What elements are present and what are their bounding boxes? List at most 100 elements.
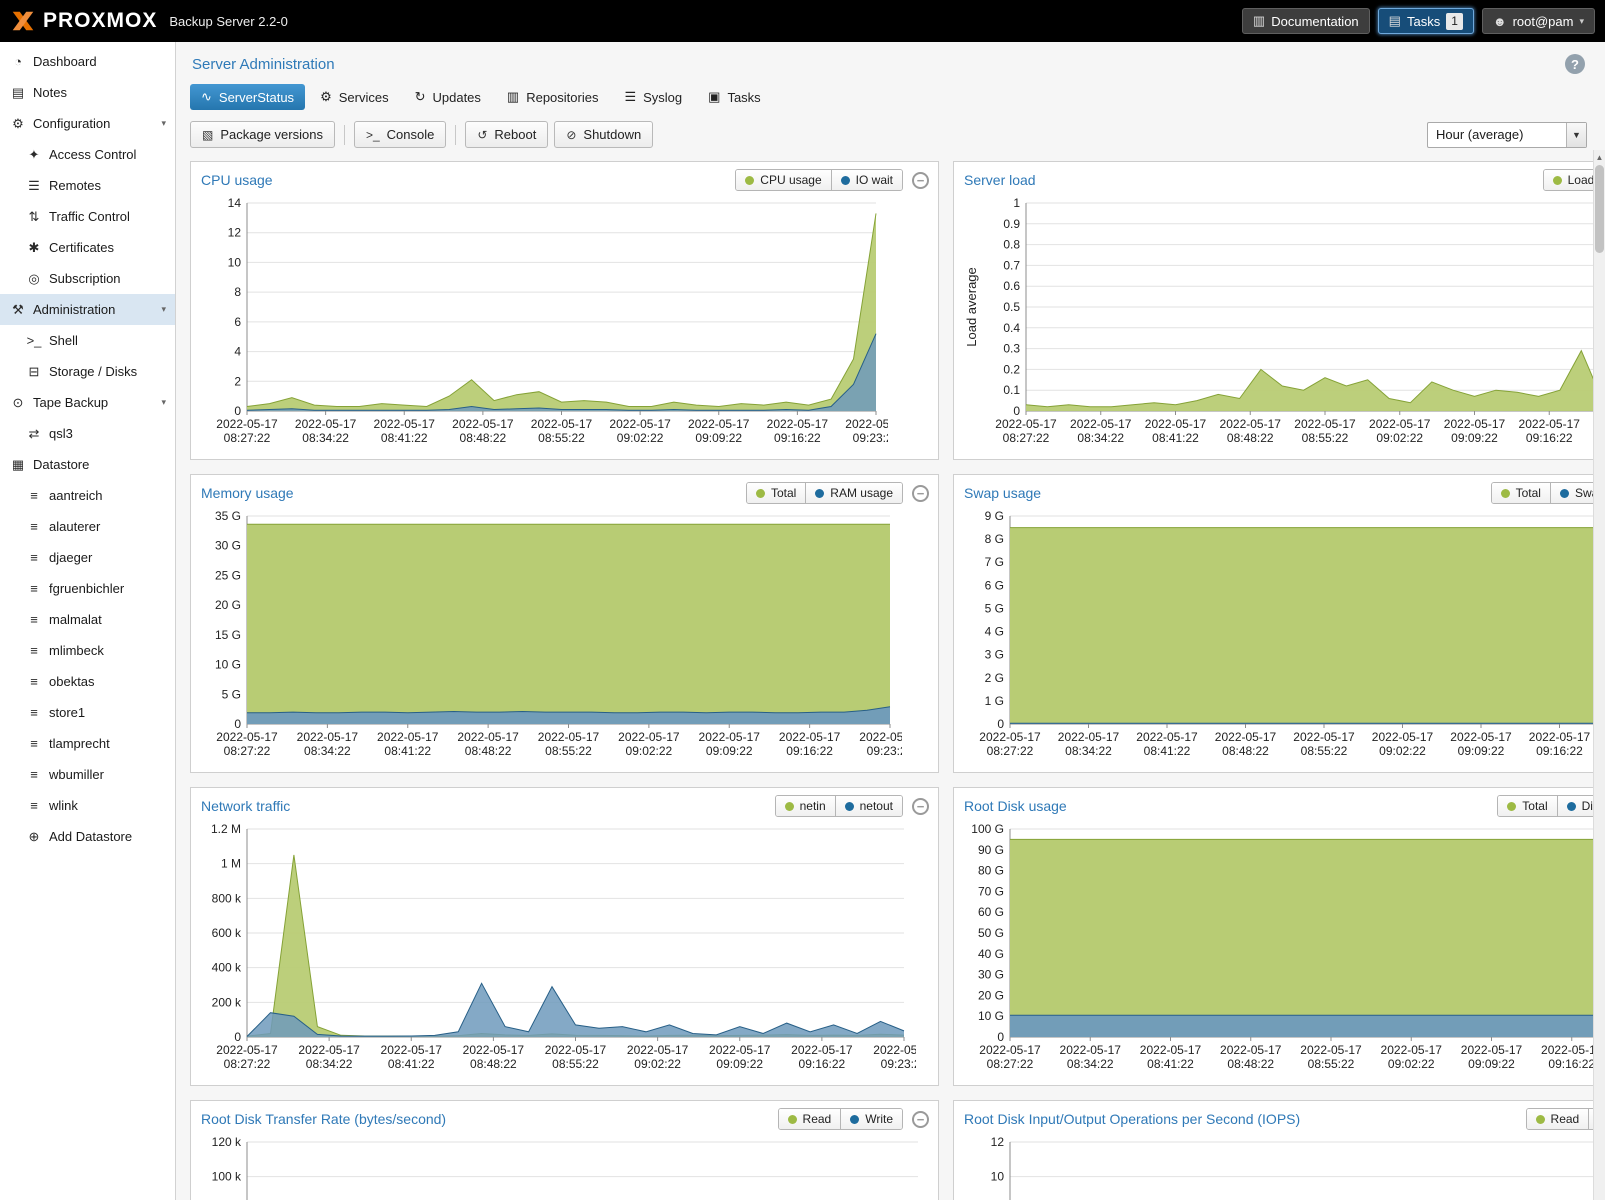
tab-tasks[interactable]: ▣Tasks xyxy=(697,84,772,110)
reboot-button[interactable]: ↺Reboot xyxy=(465,121,548,148)
svg-text:08:27:22: 08:27:22 xyxy=(224,1057,271,1071)
chevron-icon[interactable]: ▾ xyxy=(161,304,166,315)
sidebar-item-label: tlamprecht xyxy=(49,736,110,751)
database-icon: ≡ xyxy=(24,488,44,503)
sidebar-item-tape-backup[interactable]: ⊙Tape Backup▾ xyxy=(0,387,175,418)
collapse-panel-icon[interactable]: − xyxy=(912,172,929,189)
documentation-button[interactable]: ▥ Documentation xyxy=(1242,8,1370,34)
sidebar-item-obektas[interactable]: ≡obektas xyxy=(0,666,175,697)
collapse-panel-icon[interactable]: − xyxy=(912,1111,929,1128)
sidebar-item-remotes[interactable]: ☰Remotes xyxy=(0,170,175,201)
sidebar-item-malmalat[interactable]: ≡malmalat xyxy=(0,604,175,635)
legend-toggle-total[interactable]: Total xyxy=(747,483,805,503)
sidebar-item-configuration[interactable]: ⚙Configuration▾ xyxy=(0,108,175,139)
svg-text:60 G: 60 G xyxy=(978,905,1004,919)
scroll-thumb[interactable] xyxy=(1595,165,1604,253)
svg-text:2022-05-17: 2022-05-17 xyxy=(1058,730,1120,744)
svg-text:08:34:22: 08:34:22 xyxy=(304,744,351,758)
sidebar-item-datastore[interactable]: ▦ Datastore xyxy=(0,449,175,480)
sidebar-item-qsl3[interactable]: ⇄qsl3 xyxy=(0,418,175,449)
svg-text:2022-05-17: 2022-05-17 xyxy=(609,417,671,431)
series-color-dot xyxy=(815,489,824,498)
tasks-icon: ▣ xyxy=(708,89,720,105)
collapse-panel-icon[interactable]: − xyxy=(912,798,929,815)
legend-toggle-read[interactable]: Read xyxy=(779,1109,841,1129)
scroll-up-arrow[interactable]: ▲ xyxy=(1594,150,1605,164)
legend-toggle-netout[interactable]: netout xyxy=(835,796,902,816)
legend-label: IO wait xyxy=(856,173,893,187)
tasks-button[interactable]: ▤ Tasks 1 xyxy=(1378,8,1474,34)
sidebar-item-label: Storage / Disks xyxy=(49,364,137,379)
syslog-icon: ☰ xyxy=(624,89,636,105)
legend-toggle-cpu-usage[interactable]: CPU usage xyxy=(736,170,830,190)
sidebar-item-administration[interactable]: ⚒Administration▾ xyxy=(0,294,175,325)
sidebar-item-certificates[interactable]: ✱Certificates xyxy=(0,232,175,263)
series-color-dot xyxy=(785,802,794,811)
legend-toggle-netin[interactable]: netin xyxy=(776,796,835,816)
tab-repositories[interactable]: ▥Repositories xyxy=(496,84,610,110)
svg-text:2022-05-17: 2022-05-17 xyxy=(216,730,278,744)
time-range-select[interactable]: Hour (average) ▼ xyxy=(1427,122,1587,148)
help-icon[interactable]: ? xyxy=(1565,54,1585,74)
tab-services[interactable]: ⚙Services xyxy=(309,84,400,110)
tab-updates[interactable]: ↻Updates xyxy=(404,84,492,110)
legend-toggle-read[interactable]: Read xyxy=(1527,1109,1589,1129)
legend-toggle-total[interactable]: Total xyxy=(1492,483,1550,503)
sidebar-item-djaeger[interactable]: ≡djaeger xyxy=(0,542,175,573)
tasks-badge: 1 xyxy=(1446,13,1463,30)
console-button[interactable]: >_Console xyxy=(354,121,446,148)
tab-syslog[interactable]: ☰Syslog xyxy=(613,84,693,110)
sidebar-item-alauterer[interactable]: ≡alauterer xyxy=(0,511,175,542)
legend-toggle-write[interactable]: Write xyxy=(840,1109,902,1129)
vertical-scrollbar[interactable]: ▲ xyxy=(1593,150,1605,1200)
sidebar-item-subscription[interactable]: ◎Subscription xyxy=(0,263,175,294)
sidebar-item-store1[interactable]: ≡store1 xyxy=(0,697,175,728)
svg-text:08:34:22: 08:34:22 xyxy=(306,1057,353,1071)
svg-text:2022-05-17: 2022-05-17 xyxy=(1220,417,1282,431)
sidebar-item-label: Datastore xyxy=(33,457,89,472)
collapse-panel-icon[interactable]: − xyxy=(912,485,929,502)
chart-legend: TotalRAM usage xyxy=(746,482,903,504)
legend-toggle-ram-usage[interactable]: RAM usage xyxy=(805,483,902,503)
tab-label: Updates xyxy=(432,90,480,105)
sidebar-item-add-datastore[interactable]: ⊕Add Datastore xyxy=(0,821,175,852)
svg-text:0: 0 xyxy=(997,1030,1004,1044)
svg-text:09:16:22: 09:16:22 xyxy=(1526,431,1573,445)
svg-text:10: 10 xyxy=(991,1170,1005,1184)
sidebar-item-label: fgruenbichler xyxy=(49,581,124,596)
user-menu-button[interactable]: ☻ root@pam ▾ xyxy=(1482,8,1595,34)
sidebar-item-wlink[interactable]: ≡wlink xyxy=(0,790,175,821)
svg-text:2022-05-17: 2022-05-17 xyxy=(1060,1043,1122,1057)
sidebar-item-tlamprecht[interactable]: ≡tlamprecht xyxy=(0,728,175,759)
datastore-icon: ▦ xyxy=(8,457,28,473)
svg-text:1 M: 1 M xyxy=(221,857,241,871)
chart-canvas: 05 G10 G15 G20 G25 G30 G35 G2022-05-1708… xyxy=(199,508,902,766)
sidebar-item-mlimbeck[interactable]: ≡mlimbeck xyxy=(0,635,175,666)
chevron-icon[interactable]: ▾ xyxy=(161,397,166,408)
svg-text:30 G: 30 G xyxy=(215,539,241,553)
svg-text:12: 12 xyxy=(991,1135,1005,1149)
sidebar-item-access-control[interactable]: ✦Access Control xyxy=(0,139,175,170)
documentation-label: Documentation xyxy=(1271,14,1358,29)
svg-text:08:48:22: 08:48:22 xyxy=(460,431,507,445)
legend-toggle-io-wait[interactable]: IO wait xyxy=(831,170,902,190)
tab-label: Services xyxy=(339,90,389,105)
chevron-icon[interactable]: ▾ xyxy=(161,118,166,129)
sidebar-item-wbumiller[interactable]: ≡wbumiller xyxy=(0,759,175,790)
sidebar-item-storage-disks[interactable]: ⊟Storage / Disks xyxy=(0,356,175,387)
svg-text:2022-05-17: 2022-05-17 xyxy=(1529,730,1591,744)
sidebar-item-notes[interactable]: ▤Notes xyxy=(0,77,175,108)
chart-panel-cpu-usage: CPU usageCPU usageIO wait−02468101214202… xyxy=(190,161,939,460)
legend-toggle-total[interactable]: Total xyxy=(1498,796,1556,816)
sidebar-item-aantreich[interactable]: ≡aantreich xyxy=(0,480,175,511)
time-range-value: Hour (average) xyxy=(1428,127,1566,142)
sidebar-item-shell[interactable]: >_Shell xyxy=(0,325,175,356)
tab-serverstatus[interactable]: ∿ServerStatus xyxy=(190,84,305,110)
shutdown-button[interactable]: ⊘Shutdown xyxy=(554,121,653,148)
sidebar-item-fgruenbichler[interactable]: ≡fgruenbichler xyxy=(0,573,175,604)
sidebar-item-dashboard[interactable]: ◔Dashboard xyxy=(0,46,175,77)
sidebar-item-traffic-control[interactable]: ⇅Traffic Control xyxy=(0,201,175,232)
svg-text:0.5: 0.5 xyxy=(1003,300,1020,314)
package-versions-button[interactable]: ▧Package versions xyxy=(190,121,335,148)
svg-text:1: 1 xyxy=(1013,196,1020,210)
